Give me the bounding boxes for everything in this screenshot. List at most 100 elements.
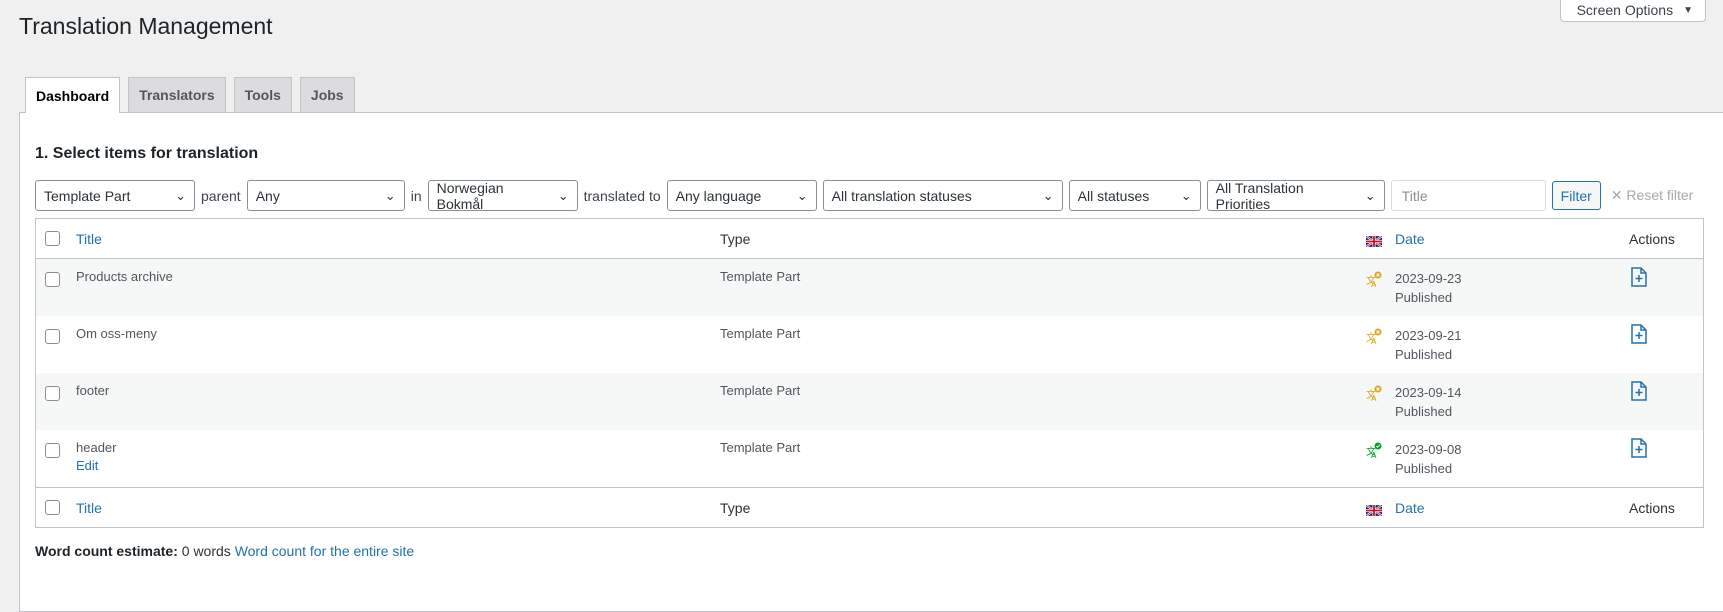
row-title: header Edit	[76, 440, 116, 473]
row-title-text: Products archive	[76, 269, 173, 284]
add-translation-icon[interactable]	[1630, 381, 1648, 404]
table-header-row: Title Type Date Actions	[36, 219, 1703, 259]
uk-flag-icon	[1366, 503, 1382, 519]
tab-tools[interactable]: Tools	[233, 77, 292, 112]
tab-jobs[interactable]: Jobs	[299, 77, 355, 112]
row-date-value: 2023-09-08	[1395, 442, 1462, 457]
column-date-sort[interactable]: Date	[1395, 231, 1425, 247]
row-title-text: footer	[76, 383, 110, 398]
select-all-checkbox-footer[interactable]	[45, 500, 60, 515]
row-title: Products archive	[76, 269, 173, 284]
translation-complete-icon[interactable]: 文A	[1366, 442, 1382, 458]
svg-text:A: A	[1371, 280, 1377, 287]
row-title: footer	[76, 383, 109, 398]
word-count-estimate: Word count estimate: 0 words Word count …	[35, 543, 414, 559]
type-select-value: Template Part	[44, 187, 131, 204]
row-checkbox[interactable]	[45, 329, 60, 344]
target-language-value: Any language	[675, 187, 762, 204]
row-date: 2023-09-14 Published	[1395, 383, 1462, 421]
row-title-text: header	[76, 440, 117, 455]
column-actions: Actions	[1629, 230, 1675, 247]
status-select-value: All statuses	[1077, 187, 1150, 204]
row-status: Published	[1395, 461, 1453, 476]
priority-select-value: All Translation Priorities	[1215, 179, 1304, 212]
chevron-down-icon: ⌄	[557, 187, 569, 203]
add-translation-icon[interactable]	[1630, 267, 1648, 290]
type-select[interactable]: Template Part ⌄	[35, 180, 195, 211]
row-date: 2023-09-23 Published	[1395, 269, 1462, 307]
column-title-sort-footer[interactable]: Title	[76, 500, 102, 516]
parent-label: parent	[201, 187, 241, 204]
column-actions-footer: Actions	[1629, 499, 1675, 516]
section-title: 1. Select items for translation	[35, 145, 259, 162]
priority-select[interactable]: All Translation Priorities ⌄	[1206, 179, 1385, 212]
reset-filter-label: Reset filter	[1626, 187, 1694, 203]
add-translation-icon[interactable]	[1630, 438, 1648, 461]
table-row: header Edit Template Part 文A 2023-09-08 …	[36, 430, 1703, 487]
parent-select[interactable]: Any ⌄	[246, 180, 405, 211]
chevron-down-icon: ⌄	[175, 187, 186, 203]
column-title-sort[interactable]: Title	[76, 231, 102, 247]
caret-down-icon: ▼	[1683, 4, 1693, 16]
row-type: Template Part	[720, 440, 801, 455]
chevron-down-icon: ⌄	[1042, 187, 1054, 203]
row-title: Om oss-meny	[76, 326, 157, 341]
row-checkbox[interactable]	[45, 443, 60, 458]
reset-filter-link[interactable]: ✕ Reset filter	[1611, 187, 1694, 204]
row-type: Template Part	[720, 269, 801, 284]
column-type: Type	[720, 230, 751, 247]
word-count-site-link[interactable]: Word count for the entire site	[235, 543, 415, 559]
table-footer-row: Title Type Date Actions	[36, 487, 1703, 527]
filter-button[interactable]: Filter	[1551, 181, 1601, 210]
add-translation-icon[interactable]	[1630, 324, 1648, 347]
table-row: footer Template Part 文A 2023-09-14 Publi…	[36, 373, 1703, 430]
select-all-checkbox[interactable]	[45, 231, 60, 246]
row-date-value: 2023-09-14	[1395, 385, 1462, 400]
items-table: Title Type Date Actions Products archive…	[35, 218, 1704, 528]
uk-flag-icon	[1366, 234, 1382, 250]
svg-text:A: A	[1371, 451, 1377, 458]
translation-pending-icon[interactable]: 文A	[1366, 328, 1382, 344]
chevron-down-icon: ⌄	[1180, 187, 1192, 203]
column-date-sort-footer[interactable]: Date	[1395, 500, 1425, 516]
column-type-footer: Type	[720, 499, 751, 516]
row-date-value: 2023-09-23	[1395, 271, 1462, 286]
svg-text:A: A	[1371, 337, 1377, 344]
row-checkbox[interactable]	[45, 386, 60, 401]
translation-pending-icon[interactable]: 文A	[1366, 385, 1382, 401]
word-count-label: Word count estimate:	[35, 543, 178, 559]
row-type: Template Part	[720, 326, 801, 341]
row-status: Published	[1395, 404, 1453, 419]
source-language-select[interactable]: Norwegian Bokmål ⌄	[427, 179, 578, 212]
status-select[interactable]: All statuses ⌄	[1068, 180, 1201, 211]
word-count-value: 0 words	[181, 543, 231, 559]
translated-to-label: translated to	[583, 187, 661, 204]
row-date: 2023-09-21 Published	[1395, 326, 1462, 364]
filter-bar: Template Part ⌄ parent Any ⌄ in Norwegia…	[35, 179, 1694, 212]
translation-status-select[interactable]: All translation statuses ⌄	[822, 180, 1063, 211]
translation-pending-icon[interactable]: 文A	[1366, 271, 1382, 287]
chevron-down-icon: ⌄	[1364, 187, 1376, 203]
chevron-down-icon: ⌄	[796, 187, 808, 203]
translation-status-value: All translation statuses	[831, 187, 972, 204]
chevron-down-icon: ⌄	[384, 187, 396, 203]
nav-tabs: Dashboard Translators Tools Jobs	[25, 77, 355, 113]
page-title: Translation Management	[19, 13, 273, 39]
source-language-value: Norwegian Bokmål	[436, 179, 504, 212]
screen-options-label: Screen Options	[1576, 2, 1674, 18]
row-status: Published	[1395, 347, 1453, 362]
row-type: Template Part	[720, 383, 801, 398]
row-checkbox[interactable]	[45, 272, 60, 287]
tab-dashboard[interactable]: Dashboard	[25, 77, 121, 113]
screen-options-button[interactable]: Screen Options ▼	[1559, 0, 1706, 22]
svg-text:A: A	[1371, 394, 1377, 401]
tab-translators[interactable]: Translators	[128, 77, 226, 112]
row-title-text: Om oss-meny	[76, 326, 157, 341]
table-row: Products archive Template Part 文A 2023-0…	[36, 259, 1703, 316]
title-search-input[interactable]	[1390, 180, 1546, 211]
row-edit-link[interactable]: Edit	[76, 458, 116, 473]
row-status: Published	[1395, 290, 1453, 305]
target-language-select[interactable]: Any language ⌄	[666, 180, 817, 211]
row-date-value: 2023-09-21	[1395, 328, 1462, 343]
in-label: in	[410, 187, 422, 204]
